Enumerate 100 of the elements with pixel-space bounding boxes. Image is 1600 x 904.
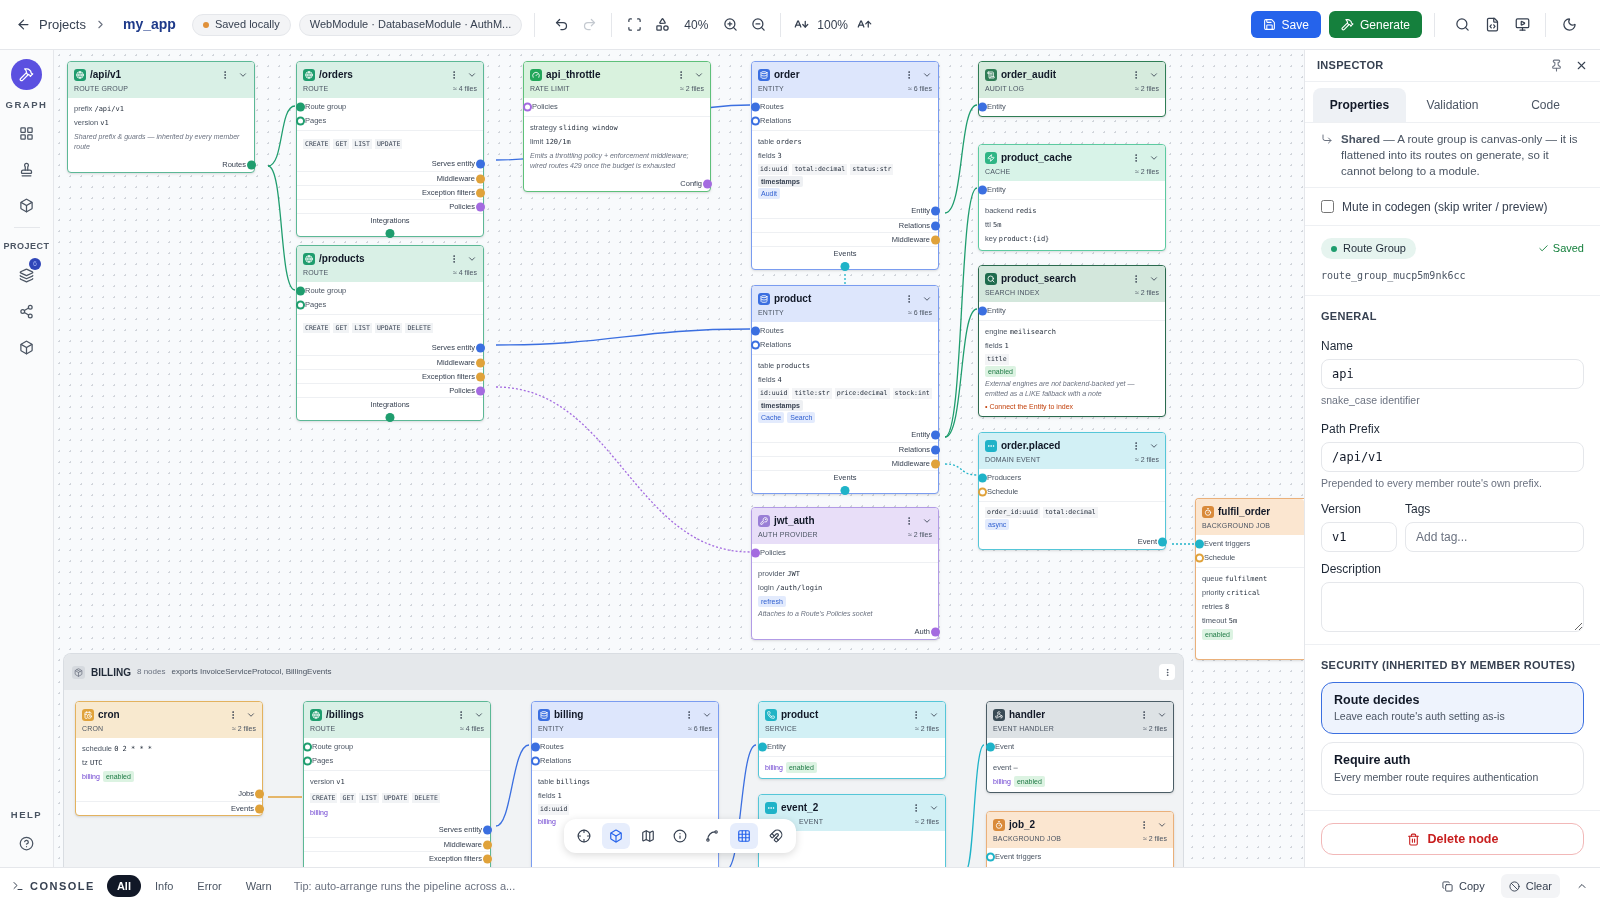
undo-icon (553, 17, 569, 32)
socket-handle[interactable] (930, 235, 940, 244)
close-icon[interactable] (1575, 59, 1588, 72)
info-icon (673, 829, 687, 843)
grid-icon[interactable] (19, 126, 34, 142)
console-filter[interactable]: Error (187, 875, 232, 897)
socket-handle[interactable] (482, 854, 492, 863)
group-title: BILLING (91, 665, 131, 680)
socket-handle[interactable] (840, 261, 850, 271)
back-link[interactable]: Projects (16, 14, 86, 35)
socket-handle[interactable] (977, 102, 987, 112)
socket-handle[interactable] (482, 840, 492, 849)
socket-handle[interactable] (930, 627, 940, 637)
socket-handle[interactable] (977, 185, 987, 195)
cube-tool[interactable] (602, 823, 630, 849)
socket-handle[interactable] (985, 852, 995, 862)
socket-handle[interactable] (295, 286, 305, 296)
socket-handle[interactable] (475, 386, 485, 395)
socket-handle[interactable] (522, 102, 532, 112)
logo-button[interactable] (11, 59, 42, 90)
socket-handle[interactable] (475, 188, 485, 197)
socket-handle[interactable] (295, 116, 305, 126)
delete-node-button[interactable]: Delete node (1321, 823, 1584, 855)
socket-handle[interactable] (302, 756, 312, 766)
socket-handle[interactable] (530, 742, 540, 752)
cube-icon[interactable] (19, 198, 34, 214)
inspector-tab[interactable]: Properties (1313, 88, 1406, 122)
inspector-tab[interactable]: Code (1499, 88, 1592, 122)
security-option[interactable]: Route decides Leave each route's auth setting as-is (1321, 681, 1584, 734)
node-card[interactable] (978, 265, 1166, 417)
socket-handle[interactable] (1194, 539, 1204, 549)
socket-handle[interactable] (977, 487, 987, 497)
security-option[interactable]: Require auth Every member route requires authentication (1321, 742, 1584, 795)
socket-handle[interactable] (295, 300, 305, 310)
cube-icon[interactable] (19, 339, 34, 355)
save-status-pill: Saved locally (191, 13, 291, 36)
pin-icon[interactable] (1550, 59, 1563, 72)
connector (944, 463, 978, 476)
socket-handle[interactable] (475, 174, 485, 183)
version-field[interactable]: v1 (1321, 522, 1397, 552)
socket-handle[interactable] (930, 221, 940, 230)
mute-checkbox[interactable] (1321, 200, 1334, 213)
field-hint: snake_case identifier (1321, 392, 1421, 408)
socket-handle[interactable] (930, 430, 940, 440)
copy-button[interactable]: Copy (1434, 874, 1493, 898)
shapes-icon (654, 17, 670, 32)
socket-handle[interactable] (702, 179, 712, 189)
help-icon[interactable] (19, 836, 34, 851)
clear-button[interactable]: Clear (1500, 874, 1560, 898)
socket-handle[interactable] (295, 102, 305, 112)
socket-handle[interactable] (385, 228, 395, 238)
socket-handle[interactable] (930, 445, 940, 454)
layers-icon[interactable] (19, 267, 34, 283)
socket-handle[interactable] (840, 485, 850, 495)
console-filter[interactable]: Info (144, 875, 184, 897)
node-title: api_throttle (546, 68, 601, 82)
stamp-icon[interactable] (19, 162, 34, 178)
name-field[interactable]: api (1321, 358, 1584, 389)
section-label: HELP (10, 807, 43, 822)
code-file-icon (1484, 17, 1500, 32)
socket-handle[interactable] (750, 116, 760, 126)
socket-handle[interactable] (750, 102, 760, 112)
dots-icon (765, 801, 777, 814)
socket-handle[interactable] (1194, 553, 1204, 563)
socket-handle[interactable] (757, 742, 767, 752)
socket-handle[interactable] (254, 789, 264, 799)
socket-handle[interactable] (246, 160, 256, 170)
socket-handle[interactable] (482, 825, 492, 835)
console-filter[interactable]: All (106, 875, 141, 897)
socket-handle[interactable] (750, 548, 760, 558)
socket-handle[interactable] (977, 306, 987, 316)
socket-handle[interactable] (930, 206, 940, 216)
share-icon[interactable] (19, 303, 34, 319)
socket-handle[interactable] (750, 340, 760, 350)
socket-handle[interactable] (475, 358, 485, 367)
socket-handle[interactable] (985, 742, 995, 752)
socket-handle[interactable] (930, 459, 940, 468)
grid-icon (737, 829, 751, 843)
socket-handle[interactable] (254, 804, 264, 813)
path-prefix-field[interactable]: /api/v1 (1321, 442, 1584, 473)
save-button[interactable]: Save (1250, 11, 1321, 38)
description-field[interactable] (1321, 582, 1584, 632)
socket-handle[interactable] (475, 343, 485, 353)
socket-handle[interactable] (475, 202, 485, 211)
socket-handle[interactable] (475, 159, 485, 169)
socket-handle[interactable] (302, 742, 312, 752)
tags-field[interactable]: Add tag... (1405, 522, 1584, 552)
socket-handle[interactable] (530, 756, 540, 766)
node-type-badge: Route Group (1321, 238, 1416, 259)
copy-icon (1442, 880, 1453, 892)
socket-handle[interactable] (1157, 537, 1167, 547)
socket-handle[interactable] (750, 326, 760, 336)
generate-button[interactable]: Generate (1328, 11, 1422, 38)
grid-tool[interactable] (730, 823, 758, 849)
socket-handle[interactable] (385, 412, 395, 422)
console-filter[interactable]: Warn (235, 875, 282, 897)
group-menu-button[interactable] (1159, 664, 1175, 680)
socket-handle[interactable] (977, 473, 987, 483)
inspector-tab[interactable]: Validation (1406, 88, 1499, 122)
socket-handle[interactable] (475, 372, 485, 381)
